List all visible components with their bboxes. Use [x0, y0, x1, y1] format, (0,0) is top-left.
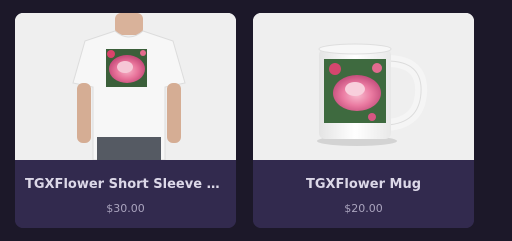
product-info: TGXFlower Mug $20.00	[253, 160, 474, 228]
product-name[interactable]: TGXFlower Mug	[263, 177, 464, 192]
mug-product-image[interactable]	[253, 13, 474, 160]
product-name[interactable]: TGXFlower Short Sleeve T-S...	[25, 177, 226, 192]
product-info: TGXFlower Short Sleeve T-S... $30.00	[15, 160, 236, 228]
product-price: $30.00	[106, 202, 145, 215]
product-card-mug[interactable]: TGXFlower Mug $20.00	[253, 13, 474, 228]
product-card-tshirt[interactable]: TGXFlower Short Sleeve T-S... $30.00	[15, 13, 236, 228]
product-price: $20.00	[344, 202, 383, 215]
tshirt-product-image[interactable]	[15, 13, 236, 160]
